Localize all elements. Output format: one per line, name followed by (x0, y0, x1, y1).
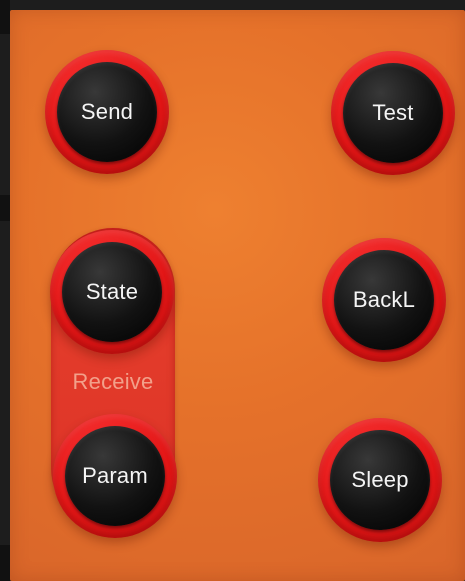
state-button-label: State (62, 242, 162, 342)
panel-edge-mark-top (0, 0, 10, 34)
receive-label: Receive (72, 369, 154, 394)
state-button[interactable]: State (50, 230, 174, 354)
send-button[interactable]: Send (45, 50, 169, 174)
backlight-button-label: BackL (334, 250, 434, 350)
panel-edge-mark-middle (0, 195, 10, 221)
send-button-label: Send (57, 62, 157, 162)
backlight-button[interactable]: BackL (322, 238, 446, 362)
sleep-button-label: Sleep (330, 430, 430, 530)
panel-edge-mark-bottom (0, 545, 10, 581)
test-button[interactable]: Test (331, 51, 455, 175)
param-button-label: Param (65, 426, 165, 526)
sleep-button[interactable]: Sleep (318, 418, 442, 542)
test-button-label: Test (343, 63, 443, 163)
param-button[interactable]: Param (53, 414, 177, 538)
